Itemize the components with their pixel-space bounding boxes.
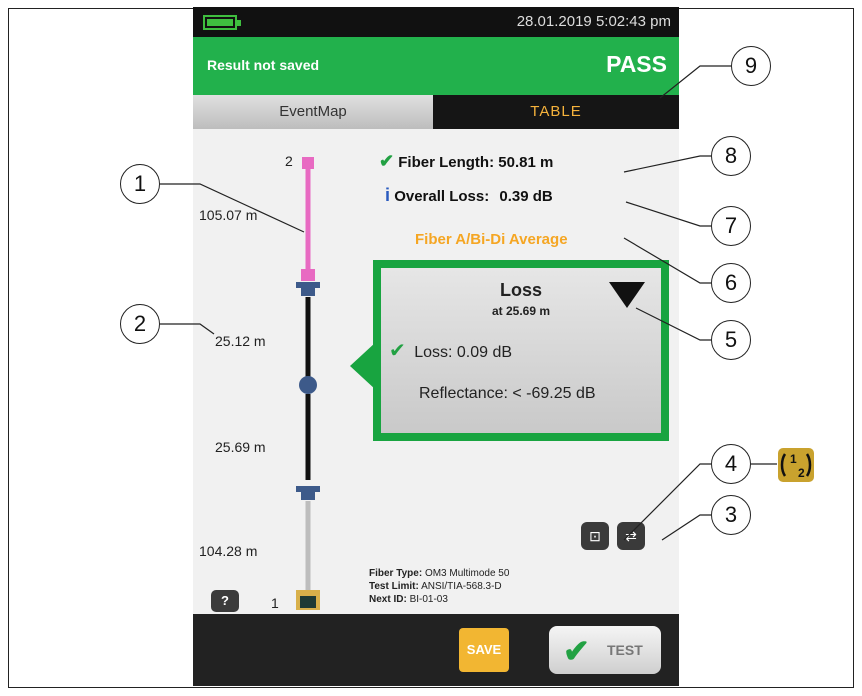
swap-fibers-icon: 1 2	[778, 448, 814, 482]
callout-1: 1	[120, 164, 160, 204]
callout-5: 5	[711, 320, 751, 360]
callout-8: 8	[711, 136, 751, 176]
svg-text:1: 1	[790, 452, 797, 466]
callout-3: 3	[711, 495, 751, 535]
callout-4: 4	[711, 444, 751, 484]
callout-2: 2	[120, 304, 160, 344]
svg-text:2: 2	[798, 466, 805, 480]
callout-6: 6	[711, 263, 751, 303]
callout-9: 9	[731, 46, 771, 86]
callout-7: 7	[711, 206, 751, 246]
